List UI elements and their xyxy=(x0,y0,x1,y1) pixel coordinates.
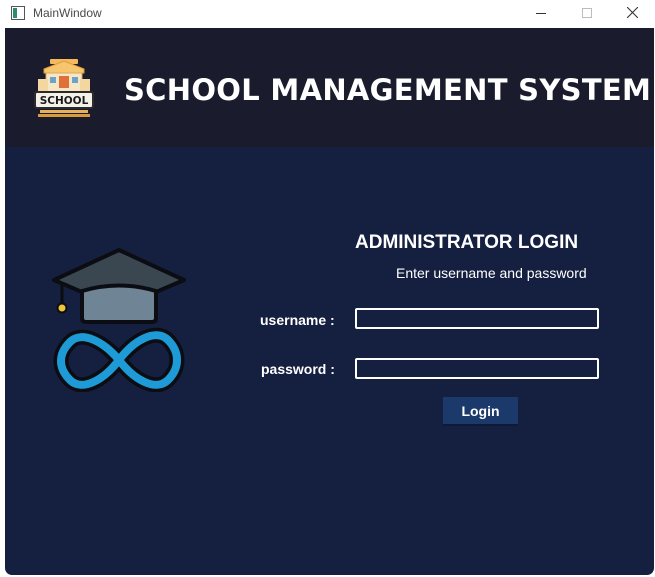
login-title: ADMINISTRATOR LOGIN xyxy=(355,232,579,253)
minimize-icon xyxy=(536,5,546,23)
maximize-icon xyxy=(582,5,592,23)
app-title: SCHOOL MANAGEMENT SYSTEM xyxy=(124,73,652,107)
title-bar[interactable]: MainWindow xyxy=(0,0,655,28)
school-logo-text: SCHOOL xyxy=(40,95,89,107)
username-input[interactable] xyxy=(355,308,599,329)
close-icon xyxy=(626,5,638,23)
minimize-button[interactable] xyxy=(518,0,564,28)
password-input[interactable] xyxy=(355,358,599,379)
header-banner: SCHOOL SCHOOL MANAGEMENT SYSTEM xyxy=(5,28,654,147)
login-subtitle: Enter username and password xyxy=(396,265,587,281)
login-button[interactable]: Login xyxy=(443,397,518,426)
password-label: password : xyxy=(261,361,335,377)
username-label: username : xyxy=(260,312,335,328)
close-button[interactable] xyxy=(609,0,655,28)
main-window: SCHOOL SCHOOL MANAGEMENT SYSTEM ADMINIST… xyxy=(5,28,654,575)
window-title: MainWindow xyxy=(33,6,102,20)
graduation-cap-infinity-icon xyxy=(52,246,187,397)
app-window-icon xyxy=(11,6,25,20)
school-building-icon: SCHOOL xyxy=(32,59,96,124)
maximize-button[interactable] xyxy=(564,0,610,28)
